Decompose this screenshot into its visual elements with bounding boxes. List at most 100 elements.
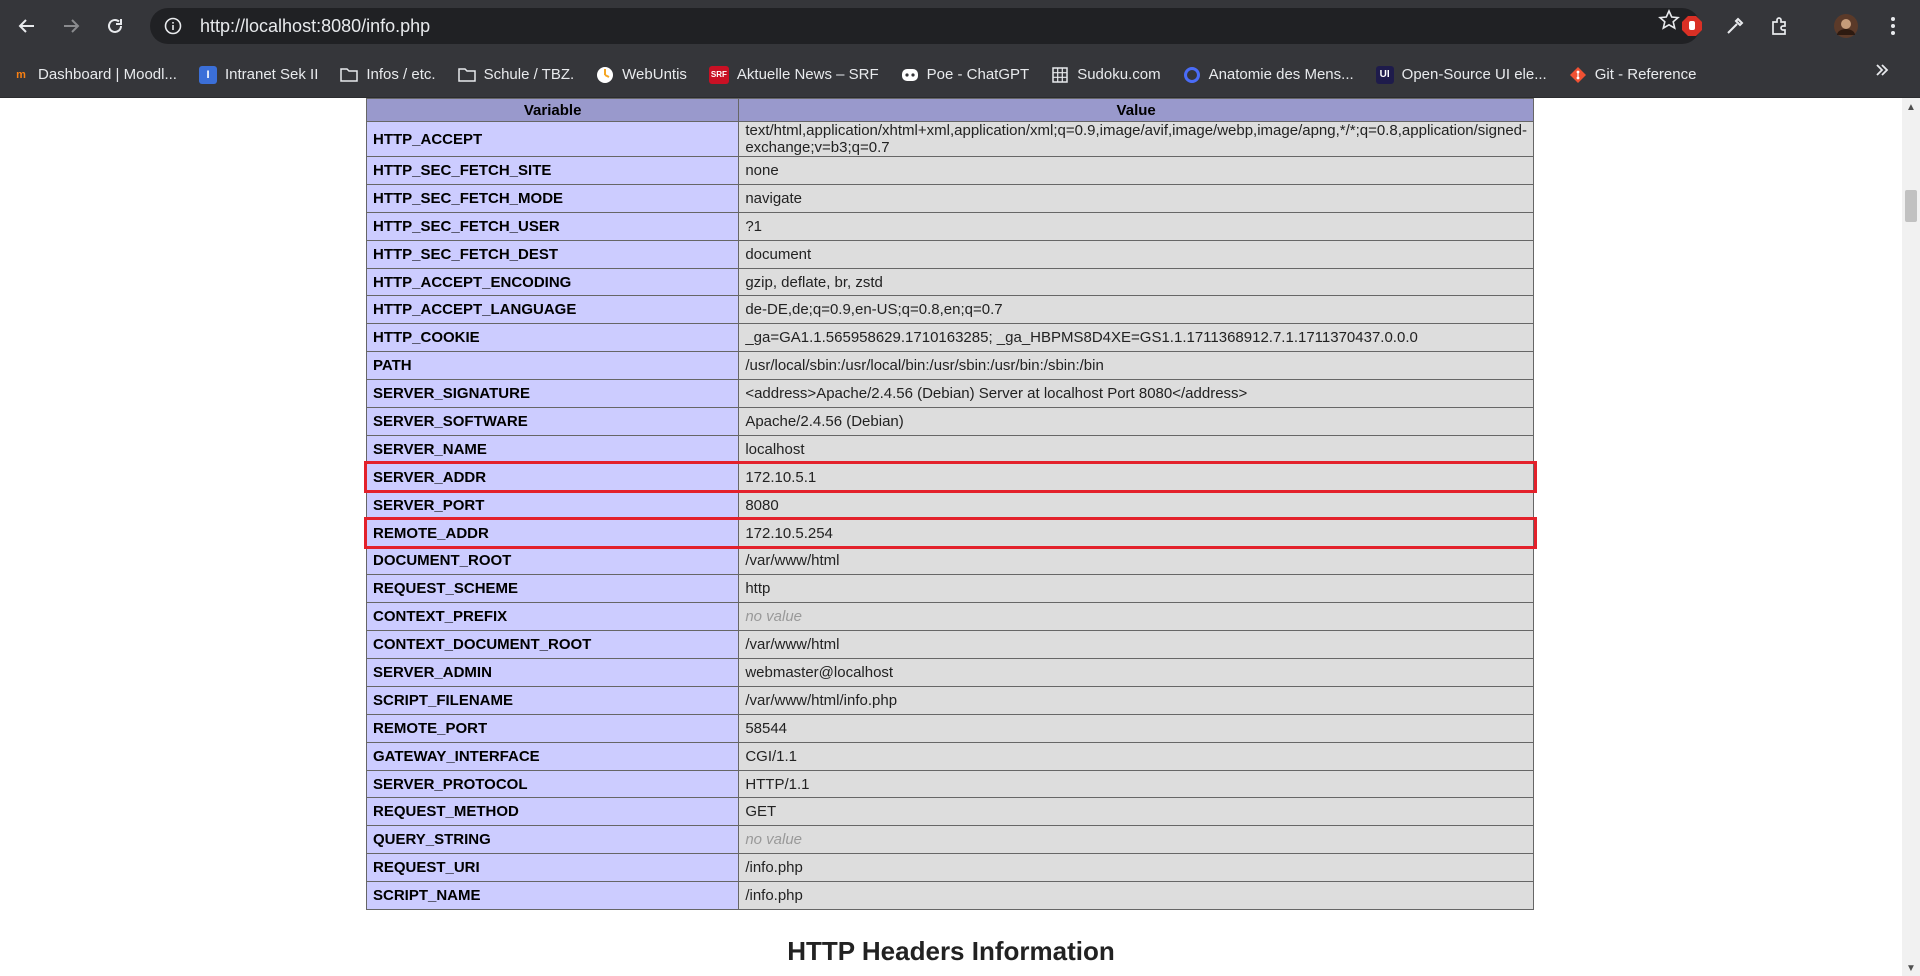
forward-button[interactable] xyxy=(54,9,88,43)
address-bar[interactable]: http://localhost:8080/info.php xyxy=(150,8,1700,44)
variable-name-cell: REQUEST_URI xyxy=(365,853,740,883)
extensions-button[interactable] xyxy=(1763,9,1797,43)
bookmark-anatomie[interactable]: Anatomie des Mens... xyxy=(1171,59,1364,91)
back-button[interactable] xyxy=(10,9,44,43)
table-row: HTTP_SEC_FETCH_MODE navigate xyxy=(365,183,1534,213)
variable-name-cell: HTTP_ACCEPT_ENCODING xyxy=(365,267,740,297)
bookmark-poe[interactable]: Poe - ChatGPT xyxy=(889,59,1040,91)
stop-hand-icon xyxy=(1682,16,1702,36)
eyedropper-icon xyxy=(1727,17,1744,34)
bookmark-label: Poe - ChatGPT xyxy=(926,66,1030,83)
bookmark-folder-schule[interactable]: Schule / TBZ. xyxy=(446,59,585,91)
variable-name-cell: REMOTE_PORT xyxy=(365,713,740,743)
site-info-button[interactable] xyxy=(160,13,186,39)
variable-name-cell: SCRIPT_NAME xyxy=(365,881,740,911)
variable-value-cell: <address>Apache/2.4.56 (Debian) Server a… xyxy=(738,379,1534,409)
url-text[interactable]: http://localhost:8080/info.php xyxy=(200,16,430,37)
variable-value-cell: CGI/1.1 xyxy=(738,741,1534,771)
variable-value-cell: /var/www/html/info.php xyxy=(738,685,1534,715)
bookmark-label: WebUntis xyxy=(622,66,687,83)
variable-value-cell: text/html,application/xhtml+xml,applicat… xyxy=(738,121,1534,157)
variable-value-cell: http xyxy=(738,574,1534,604)
scrollbar-thumb[interactable] xyxy=(1905,190,1917,222)
variable-value-cell: /info.php xyxy=(738,881,1534,911)
variable-name-cell: HTTP_SEC_FETCH_SITE xyxy=(365,156,740,185)
variable-value-cell: 172.10.5.254 xyxy=(738,518,1534,548)
variable-value-cell: localhost xyxy=(738,434,1534,464)
variable-value-cell: HTTP/1.1 xyxy=(738,769,1534,799)
variable-value-cell: no value xyxy=(738,602,1534,632)
intranet-icon: I xyxy=(198,65,217,84)
table-row: HTTP_SEC_FETCH_SITE none xyxy=(365,156,1534,185)
no-value-text: no value xyxy=(745,831,803,849)
variable-name-cell: GATEWAY_INTERFACE xyxy=(365,741,740,771)
variable-value-cell: navigate xyxy=(738,183,1534,213)
bookmark-label: Intranet Sek II xyxy=(224,66,319,83)
bookmark-webuntis[interactable]: WebUntis xyxy=(584,59,697,91)
table-row: REMOTE_PORT 58544 xyxy=(365,713,1534,743)
scroll-down-arrow-icon[interactable]: ▼ xyxy=(1906,963,1916,974)
variable-name-cell: REMOTE_ADDR xyxy=(365,518,740,548)
bookmark-folder-infos[interactable]: Infos / etc. xyxy=(328,59,445,91)
table-row: SERVER_ADMIN webmaster@localhost xyxy=(365,658,1534,687)
bookmark-label: Anatomie des Mens... xyxy=(1208,66,1354,83)
browser-toolbar: http://localhost:8080/info.php xyxy=(0,0,1920,52)
bookmark-git-reference[interactable]: Git - Reference xyxy=(1557,59,1707,91)
webuntis-icon xyxy=(596,66,614,84)
table-row: QUERY_STRING no value xyxy=(365,825,1534,855)
variable-name-cell: HTTP_ACCEPT xyxy=(365,121,740,157)
table-row: HTTP_SEC_FETCH_DEST document xyxy=(365,239,1534,269)
reload-button[interactable] xyxy=(98,9,132,43)
variable-name-cell: CONTEXT_PREFIX xyxy=(365,602,740,632)
table-row: SERVER_SOFTWARE Apache/2.4.56 (Debian) xyxy=(365,407,1534,436)
variable-value-cell: none xyxy=(738,156,1534,185)
variable-name-cell: HTTP_SEC_FETCH_DEST xyxy=(365,239,740,269)
bookmark-label: Dashboard | Moodl... xyxy=(38,66,177,83)
moodle-icon: m xyxy=(16,68,26,81)
bookmark-intranet[interactable]: I Intranet Sek II xyxy=(187,59,328,91)
table-row: REQUEST_SCHEME http xyxy=(365,574,1534,604)
variable-value-cell: webmaster@localhost xyxy=(738,658,1534,687)
scroll-up-arrow-icon[interactable]: ▲ xyxy=(1906,102,1916,113)
profile-avatar-button[interactable] xyxy=(1829,9,1863,43)
table-row: REQUEST_URI/info.php xyxy=(365,853,1534,883)
arrow-left-icon xyxy=(18,19,34,33)
bookmark-srf[interactable]: SRF Aktuelle News – SRF xyxy=(697,59,889,91)
table-row: REQUEST_METHOD GET xyxy=(365,797,1534,827)
folder-icon xyxy=(340,66,359,84)
info-circle-icon xyxy=(164,17,182,35)
variable-name-cell: REQUEST_METHOD xyxy=(365,797,740,827)
table-row: PATH/usr/local/sbin:/usr/local/bin:/usr/… xyxy=(365,351,1534,381)
bookmark-label: Schule / TBZ. xyxy=(483,66,575,83)
variable-value-cell: /usr/local/sbin:/usr/local/bin:/usr/sbin… xyxy=(738,351,1534,381)
bookmark-label: Git - Reference xyxy=(1594,66,1697,83)
page-viewport: Variable Value HTTP_ACCEPT text/html,appl… xyxy=(0,98,1902,976)
table-row: CONTEXT_DOCUMENT_ROOT/var/www/html xyxy=(365,630,1534,660)
avatar-icon xyxy=(1834,14,1858,38)
srf-icon: SRF xyxy=(708,65,729,84)
php-variables-table: Variable Value HTTP_ACCEPT text/html,appl… xyxy=(365,98,1534,911)
variable-value-cell: gzip, deflate, br, zstd xyxy=(738,267,1534,297)
bookmark-sudoku[interactable]: Sudoku.com xyxy=(1039,59,1170,91)
table-row: SERVER_NAME localhost xyxy=(365,434,1534,464)
variable-name-cell: SERVER_ADDR xyxy=(365,462,740,492)
variable-name-cell: CONTEXT_DOCUMENT_ROOT xyxy=(365,630,740,660)
variable-value-cell: document xyxy=(738,239,1534,269)
variable-value-cell: ?1 xyxy=(738,211,1534,241)
more-vertical-icon xyxy=(1891,17,1895,35)
table-row: HTTP_ACCEPT text/html,application/xhtml+x… xyxy=(365,121,1534,157)
table-row: HTTP_ACCEPT_ENCODING gzip, deflate, br, z… xyxy=(365,267,1534,297)
bookmarks-overflow-button[interactable] xyxy=(1874,58,1890,84)
table-row: SERVER_ADDR 172.10.5.1 xyxy=(365,462,1534,492)
extension-adblock-button[interactable] xyxy=(1675,9,1709,43)
table-row: HTTP_COOKIE _ga=GA1.1.565958629.171016328… xyxy=(365,323,1534,353)
chevron-double-right-icon xyxy=(1876,64,1889,76)
bookmark-moodle[interactable]: m Dashboard | Moodl... xyxy=(0,59,187,91)
vertical-scrollbar[interactable]: ▲ ▼ xyxy=(1902,98,1920,976)
reload-icon xyxy=(108,18,122,33)
bookmarks-bar: m Dashboard | Moodl... I Intranet Sek II… xyxy=(0,52,1920,98)
table-header-row: Variable Value xyxy=(365,98,1534,122)
extension-eyedropper-button[interactable] xyxy=(1718,9,1752,43)
browser-menu-button[interactable] xyxy=(1876,9,1910,43)
bookmark-open-source-ui[interactable]: UI Open-Source UI ele... xyxy=(1364,59,1557,91)
